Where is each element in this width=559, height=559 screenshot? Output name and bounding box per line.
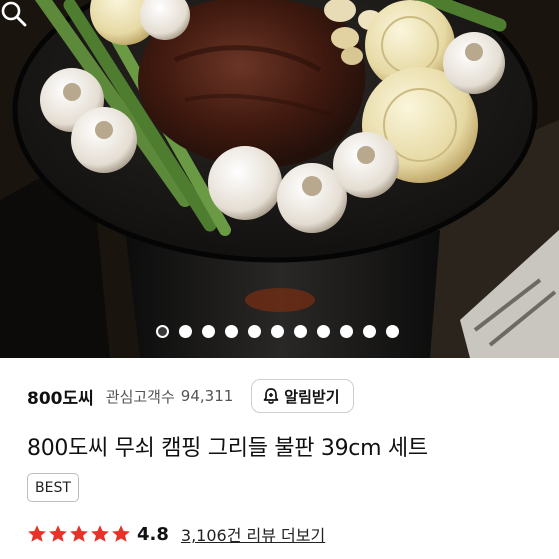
grilled-steak-photo <box>0 0 559 358</box>
interest-count: 94,311 <box>180 387 234 405</box>
gallery-dot[interactable] <box>317 324 330 338</box>
gallery-dot[interactable] <box>179 324 192 338</box>
gallery-dot[interactable] <box>156 324 169 338</box>
search-icon[interactable] <box>0 0 28 28</box>
star-icon <box>28 525 46 542</box>
notify-button[interactable]: 알림받기 <box>251 379 354 413</box>
rating-score: 4.8 <box>137 523 169 545</box>
gallery-dot[interactable] <box>340 324 353 338</box>
star-icon <box>70 525 88 542</box>
gallery-dot[interactable] <box>225 324 238 338</box>
rating-row: 4.8 3,106건 리뷰 더보기 <box>27 520 325 548</box>
best-badge: BEST <box>27 473 79 502</box>
gallery-pagination[interactable] <box>156 323 399 339</box>
seller-row: 800도씨 관심고객수 94,311 알림받기 <box>27 378 547 414</box>
gallery-dot[interactable] <box>271 324 284 338</box>
product-image[interactable] <box>0 0 559 358</box>
seller-name[interactable]: 800도씨 <box>27 384 94 409</box>
interest-label: 관심고객수 <box>105 387 175 406</box>
star-icon <box>49 525 67 542</box>
reviews-link[interactable]: 3,106건 리뷰 더보기 <box>181 522 325 546</box>
rating-stars <box>27 524 131 544</box>
gallery-dot[interactable] <box>294 324 307 338</box>
gallery-dot[interactable] <box>248 324 261 338</box>
notify-button-label: 알림받기 <box>284 387 340 406</box>
gallery-dot[interactable] <box>386 324 399 338</box>
star-icon <box>112 525 130 542</box>
gallery-dot[interactable] <box>202 324 215 338</box>
star-icon <box>91 525 109 542</box>
gallery-dot[interactable] <box>363 324 376 338</box>
product-title: 800도씨 무쇠 캠핑 그리들 불판 39cm 세트 <box>27 436 428 461</box>
bell-plus-icon <box>263 388 279 404</box>
